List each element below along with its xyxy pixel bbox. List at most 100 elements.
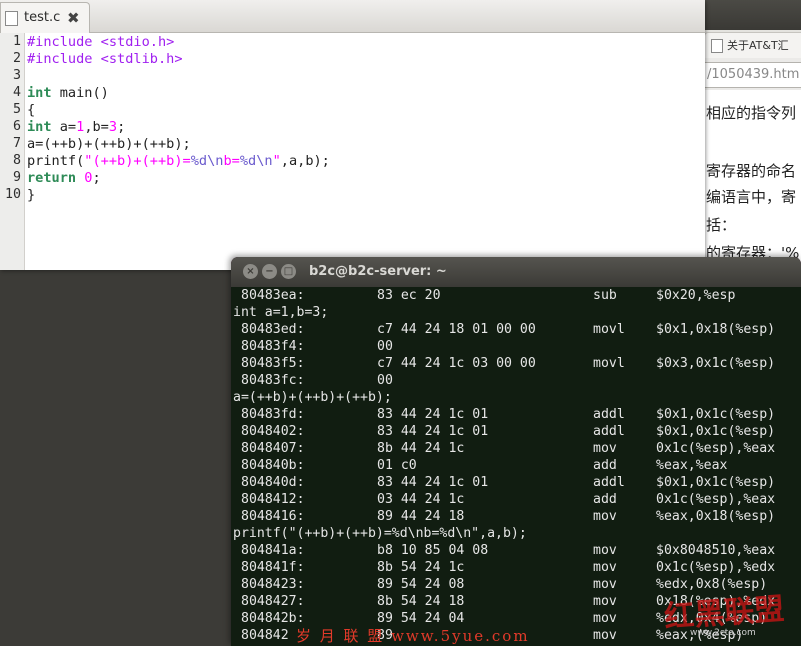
mnemonic: addl: [593, 424, 625, 439]
mnemonic: movl: [593, 322, 625, 337]
opcode-bytes: c7 44 24 1c 03 00 00: [377, 356, 536, 371]
mnemonic: mov: [593, 611, 617, 626]
code-token: main(): [51, 85, 109, 101]
code-token: ": [272, 153, 281, 169]
code-token: \n: [256, 153, 273, 169]
code-line: a=(++b)+(++b)+(++b);: [27, 136, 191, 152]
code-token: ;: [117, 119, 126, 135]
line-number: 10: [4, 187, 21, 202]
opcode-bytes: b8 10 85 04 08: [377, 543, 489, 558]
address: 8048412:: [241, 492, 305, 507]
opcode-bytes: 8b 44 24 1c: [377, 441, 465, 456]
mnemonic: mov: [593, 577, 617, 592]
address-input[interactable]: /1050439.htm: [690, 62, 801, 88]
opcode-bytes: 89 44 24 18: [377, 509, 465, 524]
opcode-bytes: 01 c0: [377, 458, 417, 473]
mnemonic: add: [593, 458, 617, 473]
operands: %eax,0x18(%esp): [656, 509, 776, 524]
code-token: ,b=: [84, 119, 109, 135]
close-window-button[interactable]: ×: [243, 264, 258, 279]
page-text-line: 括：: [706, 216, 737, 234]
operands: $0x1,0x1c(%esp): [656, 407, 776, 422]
disasm-line: 80483f5: c7 44 24 1c 03 00 00 movl $0x3,0x1…: [233, 356, 801, 373]
disasm-line: 804840d: 83 44 24 1c 01 addl $0x1,0x1c(%esp…: [233, 475, 801, 492]
code-token: int: [27, 119, 52, 135]
address: 80483fd:: [241, 407, 305, 422]
operands: $0x1,0x18(%esp): [656, 322, 776, 337]
disasm-line: 8048412: 03 44 24 1c add 0x1c(%esp),%eax: [233, 492, 801, 509]
page-text-line: 寄存器的命名: [706, 162, 797, 180]
minimize-window-button[interactable]: −: [262, 264, 277, 279]
disasm-line: 80483fd: 83 44 24 1c 01 addl $0x1,0x1c(%esp…: [233, 407, 801, 424]
browser-tab[interactable]: 关于AT&T汇: [704, 32, 801, 59]
mnemonic: add: [593, 492, 617, 507]
code-token: %d: [190, 153, 208, 169]
code-line: }: [27, 187, 35, 203]
mnemonic: addl: [593, 475, 625, 490]
mnemonic: mov: [593, 441, 617, 456]
terminal-title-bar[interactable]: × − □ b2c@b2c-server: ~: [231, 257, 801, 287]
line-number: 5: [12, 102, 21, 117]
disasm-line: 80483ed: c7 44 24 18 01 00 00 movl $0x1,0x1…: [233, 322, 801, 339]
editor-tab-bar: test.c ✖: [0, 0, 705, 33]
opcode-bytes: 89 54 24 08: [377, 577, 465, 592]
tab-test-c[interactable]: test.c ✖: [0, 2, 90, 33]
operands: $0x1,0x1c(%esp): [656, 424, 776, 439]
document-icon: [711, 39, 723, 53]
mnemonic: mov: [593, 594, 617, 609]
page-text-line: 相应的指令列: [706, 104, 797, 122]
source-text: printf("(++b)+(++b)=%d\nb=%d\n",a,b);: [233, 526, 527, 541]
mnemonic: movl: [593, 356, 625, 371]
address: 80483ea:: [241, 288, 305, 303]
opcode-bytes: 00: [377, 373, 393, 388]
disasm-line: 8048407: 8b 44 24 1c mov 0x1c(%esp),%eax: [233, 441, 801, 458]
opcode-bytes: 89 54 24 04: [377, 611, 465, 626]
disasm-line: 8048402: 83 44 24 1c 01 addl $0x1,0x1c(%esp…: [233, 424, 801, 441]
browser-tab-label: 关于AT&T汇: [727, 39, 789, 52]
operands: $0x1,0x1c(%esp): [656, 475, 776, 490]
opcode-bytes: 83 44 24 1c 01: [377, 475, 489, 490]
disasm-line: 80483ea: 83 ec 20 sub $0x20,%esp: [233, 288, 801, 305]
maximize-window-button[interactable]: □: [281, 264, 296, 279]
line-number: 9: [12, 170, 21, 185]
browser-top-panel: [690, 0, 801, 30]
code-token: %d: [239, 153, 257, 169]
opcode-bytes: 8b 54 24 18: [377, 594, 465, 609]
close-tab-icon[interactable]: ✖: [67, 3, 80, 33]
line-number: 6: [12, 119, 21, 134]
text-file-icon: [5, 11, 18, 26]
disasm-line: 804840b: 01 c0 add %eax,%eax: [233, 458, 801, 475]
disasm-line: 80483fc: 00: [233, 373, 801, 390]
address: 8048427:: [241, 594, 305, 609]
operands: %eax,%eax: [656, 458, 728, 473]
page-text-line: 编语言中，寄: [706, 188, 797, 206]
address: 8048407:: [241, 441, 305, 456]
code-line: int main(): [27, 85, 109, 101]
line-number: 1: [12, 34, 21, 49]
disasm-line: 80483f4: 00: [233, 339, 801, 356]
browser-url-bar: /1050439.htm: [690, 58, 801, 91]
address: 80483fc:: [241, 373, 305, 388]
mnemonic: mov: [593, 509, 617, 524]
operands: $0x3,0x1c(%esp): [656, 356, 776, 371]
code-view[interactable]: 1 #include <stdio.h> 2 #include <stdlib.h> 3…: [0, 33, 705, 270]
address: 804840d:: [241, 475, 305, 490]
line-number: 2: [12, 51, 21, 66]
mnemonic: mov: [593, 543, 617, 558]
opcode-bytes: 8b 54 24 1c: [377, 560, 465, 575]
code-token: "(++b)+(++b)=: [84, 153, 191, 169]
mnemonic: addl: [593, 407, 625, 422]
code-token: 3: [108, 119, 118, 135]
source-line: int a=1,b=3;: [233, 305, 801, 322]
operands: $0x20,%esp: [656, 288, 736, 303]
watermark-text: 岁 月 联 盟 www.5yue.com: [296, 627, 530, 645]
address: 8048402:: [241, 424, 305, 439]
text-editor-window: test.c ✖ 1 #include <stdio.h> 2 #include <s…: [0, 0, 705, 270]
code-token: a=(++b)+(++b)+(++b);: [27, 136, 191, 152]
code-line: int a=1,b=3;: [27, 119, 125, 135]
code-token: }: [27, 187, 36, 203]
opcode-bytes: 83 44 24 1c 01: [377, 407, 489, 422]
source-text: int a=1,b=3;: [233, 305, 329, 320]
address: 804842b:: [241, 611, 305, 626]
disasm-line: 8048416: 89 44 24 18 mov %eax,0x18(%esp): [233, 509, 801, 526]
